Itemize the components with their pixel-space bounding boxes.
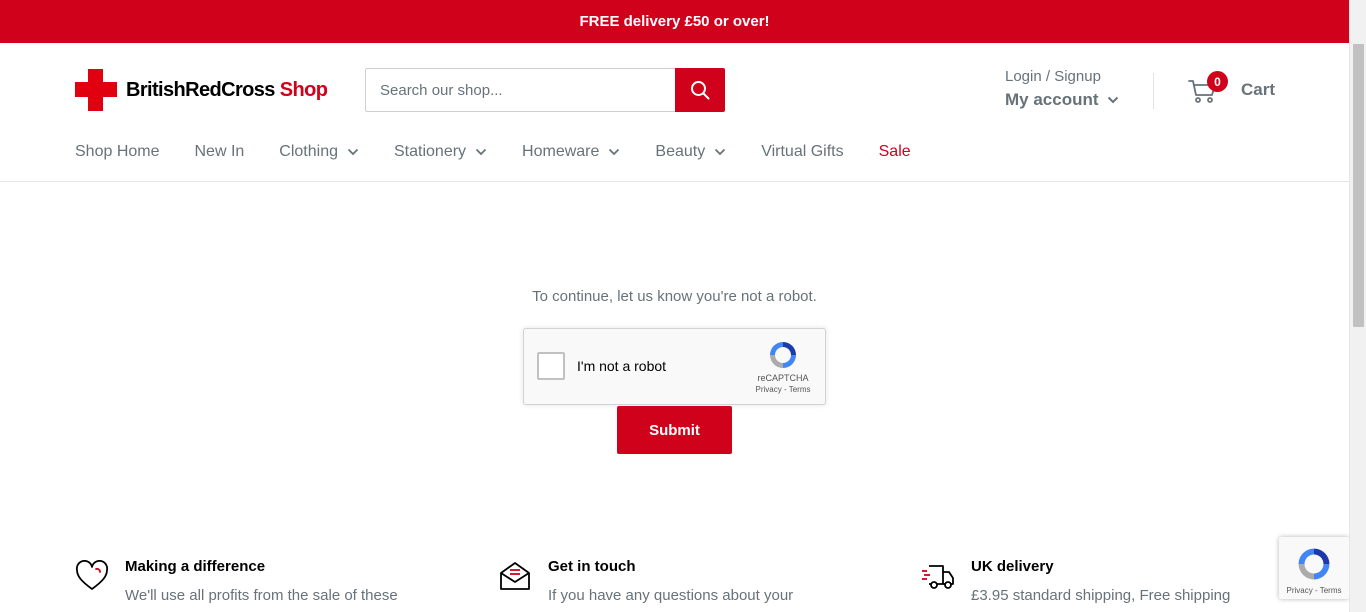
cart-label: Cart: [1241, 80, 1276, 99]
chevron-down-icon: [609, 148, 620, 156]
nav-label: Shop Home: [75, 143, 160, 160]
feature-text: If you have any questions about your: [548, 587, 794, 604]
announcement-bar: FREE delivery £50 or over!: [0, 0, 1349, 43]
not-robot-label: I'm not a robot: [577, 358, 667, 374]
submit-button[interactable]: Submit: [617, 406, 732, 454]
red-cross-icon: [75, 69, 117, 111]
recaptcha-brand: reCAPTCHA Privacy - Terms: [753, 339, 813, 394]
login-signup-link[interactable]: Login / Signup: [1005, 67, 1119, 87]
site-header: BritishRedCross Shop Login / Signup My a…: [0, 43, 1349, 182]
recaptcha-brand-name: reCAPTCHA: [757, 373, 809, 383]
envelope-icon: [500, 562, 530, 590]
nav-label: Homeware: [522, 143, 600, 160]
nav-item-virtual-gifts[interactable]: Virtual Gifts: [761, 143, 843, 161]
search-form: [365, 68, 725, 112]
recaptcha-privacy-terms[interactable]: Privacy - Terms: [753, 385, 813, 394]
nav-label: Stationery: [394, 143, 467, 160]
nav-item-sale[interactable]: Sale: [879, 143, 911, 161]
recaptcha-widget: I'm not a robot reCAPTCHA Privacy - Term…: [523, 328, 826, 405]
header-divider: [1153, 73, 1154, 109]
feature-title: Making a difference: [125, 558, 266, 575]
site-logo[interactable]: BritishRedCross Shop: [75, 69, 328, 111]
feature-title: UK delivery: [971, 558, 1054, 575]
nav-item-clothing[interactable]: Clothing: [279, 143, 359, 161]
announcement-text: FREE delivery £50 or over!: [579, 13, 770, 30]
nav-item-new-in[interactable]: New In: [195, 143, 245, 161]
recaptcha-badge-links[interactable]: Privacy - Terms: [1279, 586, 1349, 595]
search-icon: [691, 81, 710, 100]
page-scrollbar[interactable]: [1349, 0, 1366, 612]
captcha-prompt: To continue, let us know you're not a ro…: [532, 288, 817, 305]
search-button[interactable]: [675, 68, 725, 112]
recaptcha-badge[interactable]: Privacy - Terms: [1279, 537, 1349, 599]
nav-item-homeware[interactable]: Homeware: [522, 143, 620, 161]
chevron-down-icon: [1107, 96, 1118, 104]
cart-link[interactable]: 0 Cart: [1188, 71, 1276, 105]
delivery-truck-icon: [922, 565, 954, 589]
chevron-down-icon: [347, 148, 359, 156]
cart-icon-wrap: 0: [1188, 71, 1228, 105]
nav-label: Clothing: [279, 143, 338, 160]
nav-label: New In: [194, 143, 245, 160]
nav-item-shop-home[interactable]: Shop Home: [75, 143, 160, 161]
chevron-down-icon: [715, 148, 726, 156]
nav-label: Beauty: [655, 143, 706, 160]
nav-label: Virtual Gifts: [761, 143, 844, 160]
feature-title: Get in touch: [548, 558, 636, 575]
logo-suffix: Shop: [279, 78, 328, 101]
recaptcha-logo-icon: [770, 342, 796, 368]
cart-count-badge: 0: [1207, 71, 1228, 92]
account-menu: Login / Signup My account: [1005, 67, 1119, 113]
search-input[interactable]: [365, 68, 675, 112]
recaptcha-logo-icon: [1298, 548, 1330, 580]
my-account-toggle[interactable]: My account: [1005, 87, 1119, 113]
heart-icon: [75, 560, 109, 590]
logo-text: BritishRedCross Shop: [126, 78, 328, 102]
feature-text: £3.95 standard shipping, Free shipping: [971, 587, 1231, 604]
scrollbar-thumb[interactable]: [1353, 44, 1364, 327]
my-account-label: My account: [1005, 90, 1099, 109]
chevron-down-icon: [475, 148, 487, 156]
main-nav: Shop Home New In Clothing Stationery Hom…: [75, 139, 946, 165]
nav-label: Sale: [878, 143, 911, 160]
feature-text: We'll use all profits from the sale of t…: [125, 587, 398, 604]
logo-name: BritishRedCross: [126, 78, 275, 101]
nav-item-beauty[interactable]: Beauty: [655, 143, 726, 161]
not-robot-checkbox[interactable]: [537, 352, 565, 380]
nav-item-stationery[interactable]: Stationery: [394, 143, 487, 161]
